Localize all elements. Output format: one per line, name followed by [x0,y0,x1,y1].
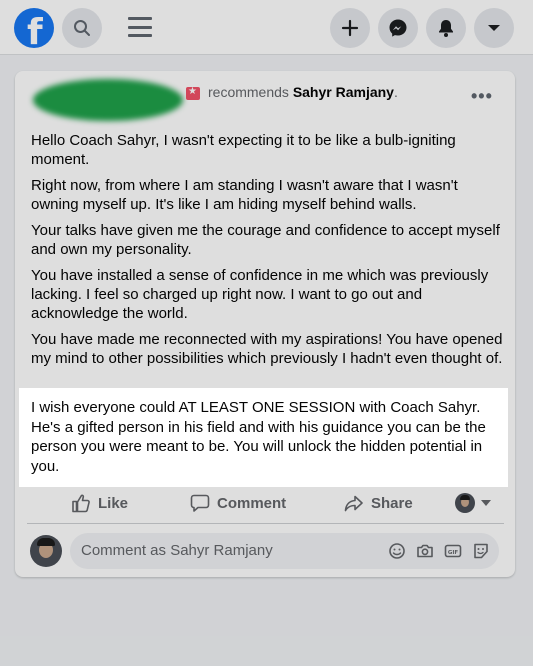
thumbs-up-icon [72,494,90,513]
notifications-button[interactable] [426,8,466,48]
camera-icon[interactable] [416,542,434,560]
top-navigation-bar: f [0,0,533,55]
page-name-link[interactable]: Sahyr Ramjany [293,84,394,100]
more-options-icon[interactable]: ••• [471,87,493,105]
post-paragraph: Hello Coach Sahyr, I wasn't expecting it… [31,132,456,168]
caret-down-icon [481,500,491,506]
gif-icon[interactable]: GIF [444,542,462,560]
emoji-icon[interactable] [388,542,406,560]
recommendation-header: recommends Sahyr Ramjany. [208,84,398,100]
redacted-author-name [33,79,183,121]
post-actions: Like Comment Share [0,484,533,522]
highlighted-quote: I wish everyone could AT LEAST ONE SESSI… [19,388,508,487]
avatar[interactable] [30,535,62,567]
post-paragraph: You have installed a sense of confidence… [31,267,489,322]
share-audience-button[interactable] [455,484,498,522]
comment-label: Comment [217,494,287,512]
account-menu-button[interactable] [474,8,514,48]
like-button[interactable]: Like [71,484,128,522]
messenger-button[interactable] [378,8,418,48]
comment-icon [190,494,210,512]
recommendation-icon [186,86,200,100]
comment-button[interactable]: Comment [190,484,286,522]
search-button[interactable] [62,8,102,48]
facebook-logo-icon[interactable]: f [14,8,54,48]
share-icon [344,495,363,512]
svg-text:GIF: GIF [448,550,459,556]
search-icon [74,20,90,36]
menu-icon[interactable] [128,15,152,39]
post-paragraph: You have made me reconnected with my asp… [31,331,503,367]
bell-icon [439,20,453,37]
messenger-icon [389,19,407,37]
share-button[interactable]: Share [344,484,413,522]
comment-placeholder: Comment as Sahyr Ramjany [81,542,273,559]
share-label: Share [371,494,413,512]
comment-input[interactable]: Comment as Sahyr Ramjany GIF [70,533,499,569]
post-paragraph: Your talks have given me the courage and… [31,222,500,258]
chevron-down-icon [488,25,500,31]
post-body: Hello Coach Sahyr, I wasn't expecting it… [31,131,503,375]
post-paragraph: Right now, from where I am standing I wa… [31,177,458,213]
sticker-icon[interactable] [472,542,490,560]
create-button[interactable] [330,8,370,48]
small-avatar-icon [455,493,475,513]
like-label: Like [98,494,129,512]
page-name-suffix: . [393,84,398,100]
plus-icon [341,19,359,37]
actions-divider [27,523,504,524]
recommends-text: recommends [208,84,289,100]
